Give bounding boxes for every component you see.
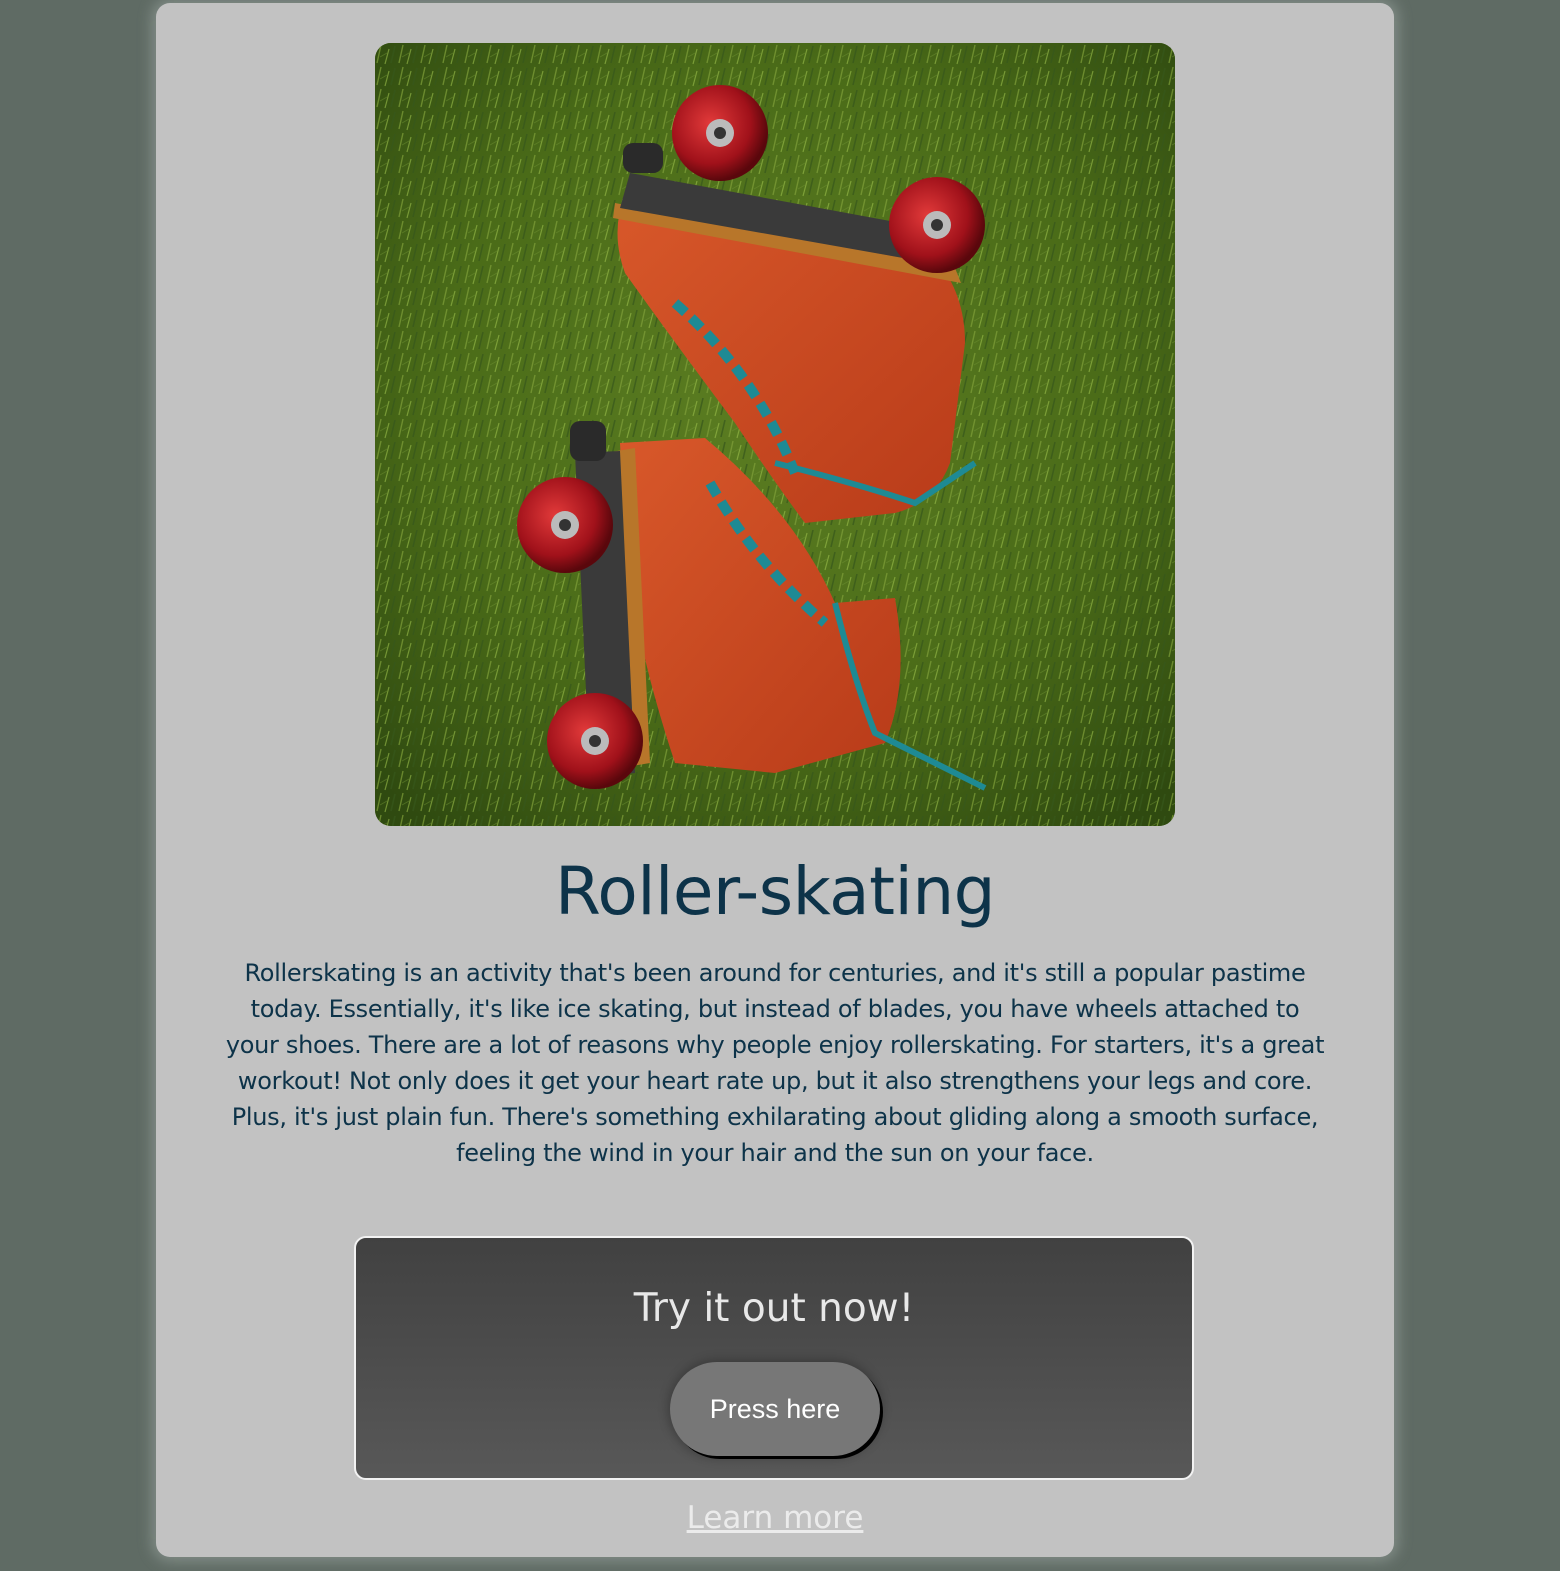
cta-panel: Try it out now! Press here [354,1236,1194,1480]
page-title: Roller-skating [554,853,996,930]
learn-more-link[interactable]: Learn more [687,1500,864,1536]
content-card: Roller-skating Rollerskating is an activ… [156,3,1394,1557]
hero-image [375,43,1175,826]
press-here-button[interactable]: Press here [670,1362,880,1456]
learn-more-container: Learn more [156,1498,1394,1538]
cta-heading: Try it out now! [633,1286,915,1331]
description-text: Rollerskating is an activity that's been… [225,959,1325,1167]
